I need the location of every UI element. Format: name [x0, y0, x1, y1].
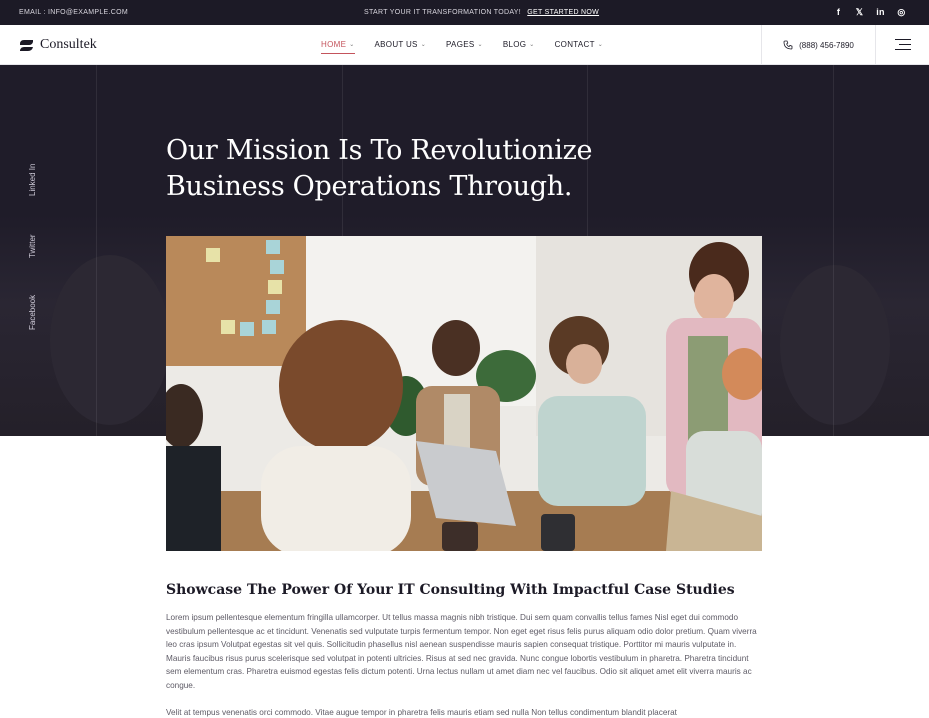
- nav-blog-label: BLOG: [502, 40, 527, 49]
- hamburger-menu-icon[interactable]: [895, 39, 911, 51]
- nav-pages-label: PAGES: [446, 40, 475, 49]
- hero-bg-figure: [780, 265, 890, 425]
- logo-text: Consultek: [40, 37, 97, 52]
- nav-about[interactable]: ABOUT US ⌄: [375, 40, 426, 49]
- contact-email[interactable]: EMAIL : INFO@EXAMPLE.COM: [19, 9, 128, 16]
- logo[interactable]: Consultek: [19, 37, 97, 53]
- linkedin-icon[interactable]: in: [870, 7, 891, 18]
- chevron-down-icon: ⌄: [529, 42, 535, 48]
- body-paragraph: Lorem ipsum pellentesque elementum fring…: [166, 613, 757, 690]
- get-started-link[interactable]: GET STARTED NOW: [527, 9, 599, 16]
- nav-blog[interactable]: BLOG ⌄: [503, 40, 535, 49]
- grid-line: [833, 65, 834, 436]
- nav-home[interactable]: HOME ⌄: [321, 40, 355, 54]
- instagram-icon[interactable]: ◎: [891, 7, 912, 18]
- promo-banner: START YOUR IT TRANSFORMATION TODAY! GET …: [364, 9, 599, 16]
- section-title: Showcase The Power Of Your IT Consulting…: [166, 582, 735, 598]
- chevron-down-icon: ⌄: [349, 42, 355, 48]
- side-link-linkedin[interactable]: Linked In: [28, 164, 37, 196]
- side-link-facebook[interactable]: Facebook: [28, 295, 37, 330]
- top-bar: EMAIL : INFO@EXAMPLE.COM START YOUR IT T…: [0, 0, 929, 25]
- hero-bg-figure: [50, 255, 170, 425]
- chevron-down-icon: ⌄: [477, 42, 483, 48]
- main-nav: HOME ⌄ ABOUT US ⌄ PAGES ⌄ BLOG ⌄ CONTACT…: [321, 40, 623, 54]
- nav-about-label: ABOUT US: [374, 40, 418, 49]
- facebook-icon[interactable]: f: [828, 7, 849, 18]
- promo-text: START YOUR IT TRANSFORMATION TODAY!: [364, 9, 522, 16]
- nav-contact-label: CONTACT: [554, 40, 595, 49]
- hero-title: Our Mission Is To Revolutionize Business…: [166, 133, 646, 205]
- body-paragraph: Velit at tempus venenatis orci commodo. …: [166, 708, 677, 717]
- chevron-down-icon: ⌄: [420, 42, 427, 48]
- main-header: Consultek HOME ⌄ ABOUT US ⌄ PAGES ⌄ BLOG…: [0, 25, 929, 65]
- grid-line: [96, 65, 97, 436]
- nav-pages[interactable]: PAGES ⌄: [446, 40, 483, 49]
- phone-number: (888) 456-7890: [799, 40, 854, 50]
- phone-icon: [783, 40, 793, 50]
- phone-contact[interactable]: (888) 456-7890: [761, 25, 876, 65]
- x-twitter-icon[interactable]: 𝕏: [849, 7, 870, 18]
- nav-home-label: HOME: [321, 40, 347, 49]
- chevron-down-icon: ⌄: [597, 42, 604, 48]
- nav-contact[interactable]: CONTACT ⌄: [555, 40, 604, 49]
- side-link-twitter[interactable]: Twitter: [28, 234, 37, 258]
- hero-title-line1: Our Mission Is To Revolutionize: [166, 135, 593, 166]
- logo-mark-icon: [20, 39, 33, 51]
- hero-title-line2: Business Operations Through.: [166, 171, 573, 202]
- team-meeting-illustration: [166, 236, 762, 551]
- social-links: f 𝕏 in ◎: [828, 7, 912, 18]
- team-meeting-photo: [166, 236, 762, 551]
